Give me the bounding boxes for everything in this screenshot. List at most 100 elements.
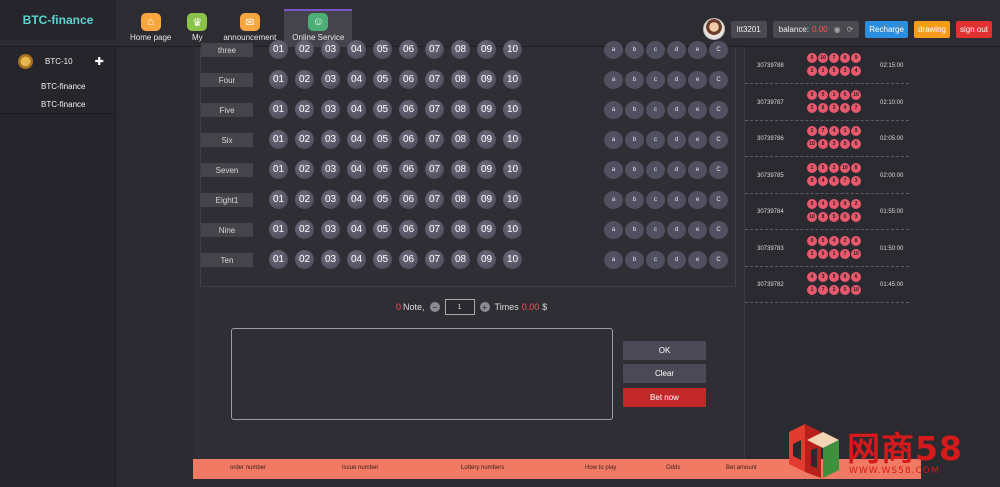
number-ball[interactable]: 01 xyxy=(269,190,288,209)
number-ball[interactable]: 04 xyxy=(347,220,366,239)
quick-pick-button[interactable]: b xyxy=(625,71,644,89)
quick-pick-button[interactable]: e xyxy=(688,71,707,89)
quick-pick-button[interactable]: a xyxy=(604,71,623,89)
number-ball[interactable]: 07 xyxy=(425,40,444,59)
number-ball[interactable]: 01 xyxy=(269,250,288,269)
quick-pick-button[interactable]: a xyxy=(604,101,623,119)
quick-pick-button[interactable]: a xyxy=(604,131,623,149)
quick-pick-button[interactable]: b xyxy=(625,251,644,269)
quick-pick-button[interactable]: d xyxy=(667,161,686,179)
number-ball[interactable]: 07 xyxy=(425,220,444,239)
number-ball[interactable]: 10 xyxy=(503,190,522,209)
eye-icon[interactable]: ◉ xyxy=(834,25,841,34)
number-ball[interactable]: 10 xyxy=(503,220,522,239)
quick-pick-button[interactable]: e xyxy=(688,251,707,269)
quick-pick-button[interactable]: c xyxy=(646,71,665,89)
number-ball[interactable]: 05 xyxy=(373,130,392,149)
quick-pick-button[interactable]: a xyxy=(604,191,623,209)
number-ball[interactable]: 03 xyxy=(321,190,340,209)
quick-pick-button[interactable]: b xyxy=(625,101,644,119)
number-ball[interactable]: 05 xyxy=(373,40,392,59)
refresh-icon[interactable]: ⟳ xyxy=(847,25,854,34)
quick-pick-button[interactable]: d xyxy=(667,101,686,119)
number-ball[interactable]: 07 xyxy=(425,250,444,269)
number-ball[interactable]: 06 xyxy=(399,250,418,269)
quick-pick-button[interactable]: b xyxy=(625,191,644,209)
number-ball[interactable]: 02 xyxy=(295,130,314,149)
number-ball[interactable]: 02 xyxy=(295,220,314,239)
number-ball[interactable]: 05 xyxy=(373,220,392,239)
quick-pick-button[interactable]: b xyxy=(625,221,644,239)
number-ball[interactable]: 07 xyxy=(425,190,444,209)
quick-pick-button[interactable]: e xyxy=(688,101,707,119)
quick-pick-button[interactable]: d xyxy=(667,131,686,149)
number-ball[interactable]: 10 xyxy=(503,70,522,89)
quick-pick-button[interactable]: c xyxy=(646,101,665,119)
bet-now-button[interactable]: Bet now xyxy=(623,388,706,407)
quick-pick-button[interactable]: a xyxy=(604,221,623,239)
number-ball[interactable]: 09 xyxy=(477,190,496,209)
number-ball[interactable]: 03 xyxy=(321,40,340,59)
number-ball[interactable]: 10 xyxy=(503,100,522,119)
number-ball[interactable]: 05 xyxy=(373,100,392,119)
number-ball[interactable]: 03 xyxy=(321,250,340,269)
number-ball[interactable]: 07 xyxy=(425,160,444,179)
number-ball[interactable]: 03 xyxy=(321,160,340,179)
increase-button[interactable]: + xyxy=(479,302,490,312)
number-ball[interactable]: 02 xyxy=(295,40,314,59)
number-ball[interactable]: 09 xyxy=(477,220,496,239)
ok-button[interactable]: OK xyxy=(623,341,706,360)
bet-list-textarea[interactable] xyxy=(231,328,613,420)
quick-pick-button[interactable]: C xyxy=(709,131,728,149)
quick-pick-button[interactable]: C xyxy=(709,41,728,59)
quick-pick-button[interactable]: c xyxy=(646,221,665,239)
number-ball[interactable]: 07 xyxy=(425,130,444,149)
number-ball[interactable]: 10 xyxy=(503,40,522,59)
quick-pick-button[interactable]: a xyxy=(604,251,623,269)
number-ball[interactable]: 03 xyxy=(321,220,340,239)
quick-pick-button[interactable]: b xyxy=(625,131,644,149)
avatar[interactable] xyxy=(702,18,725,40)
number-ball[interactable]: 10 xyxy=(503,130,522,149)
quick-pick-button[interactable]: c xyxy=(646,161,665,179)
quick-pick-button[interactable]: e xyxy=(688,131,707,149)
quick-pick-button[interactable]: e xyxy=(688,221,707,239)
number-ball[interactable]: 01 xyxy=(269,130,288,149)
number-ball[interactable]: 01 xyxy=(269,40,288,59)
quantity-input[interactable] xyxy=(444,299,475,315)
quick-pick-button[interactable]: e xyxy=(688,191,707,209)
number-ball[interactable]: 04 xyxy=(347,250,366,269)
sidebar-subitem[interactable]: BTC-finance xyxy=(0,82,115,91)
quick-pick-button[interactable]: a xyxy=(604,161,623,179)
number-ball[interactable]: 06 xyxy=(399,190,418,209)
username-badge[interactable]: ltt3201 xyxy=(730,20,767,38)
number-ball[interactable]: 03 xyxy=(321,100,340,119)
number-ball[interactable]: 06 xyxy=(399,100,418,119)
recharge-button[interactable]: Recharge xyxy=(865,20,908,38)
number-ball[interactable]: 06 xyxy=(399,70,418,89)
sidebar-item-btc-10[interactable]: BTC-10 ✚ xyxy=(0,47,115,69)
number-ball[interactable]: 08 xyxy=(451,130,470,149)
quick-pick-button[interactable]: d xyxy=(667,191,686,209)
number-ball[interactable]: 08 xyxy=(451,40,470,59)
number-ball[interactable]: 05 xyxy=(373,160,392,179)
number-ball[interactable]: 02 xyxy=(295,160,314,179)
number-ball[interactable]: 08 xyxy=(451,250,470,269)
quick-pick-button[interactable]: d xyxy=(667,221,686,239)
quick-pick-button[interactable]: C xyxy=(709,251,728,269)
quick-pick-button[interactable]: e xyxy=(688,161,707,179)
number-ball[interactable]: 09 xyxy=(477,100,496,119)
number-ball[interactable]: 05 xyxy=(373,70,392,89)
brand-logo[interactable]: BTC-finance xyxy=(0,0,116,40)
number-ball[interactable]: 02 xyxy=(295,190,314,209)
number-ball[interactable]: 06 xyxy=(399,160,418,179)
number-ball[interactable]: 04 xyxy=(347,190,366,209)
number-ball[interactable]: 04 xyxy=(347,70,366,89)
sign-out-button[interactable]: sign out xyxy=(955,20,992,38)
decrease-button[interactable]: − xyxy=(429,302,440,312)
quick-pick-button[interactable]: d xyxy=(667,251,686,269)
number-ball[interactable]: 01 xyxy=(269,70,288,89)
quick-pick-button[interactable]: C xyxy=(709,161,728,179)
quick-pick-button[interactable]: b xyxy=(625,161,644,179)
number-ball[interactable]: 02 xyxy=(295,100,314,119)
